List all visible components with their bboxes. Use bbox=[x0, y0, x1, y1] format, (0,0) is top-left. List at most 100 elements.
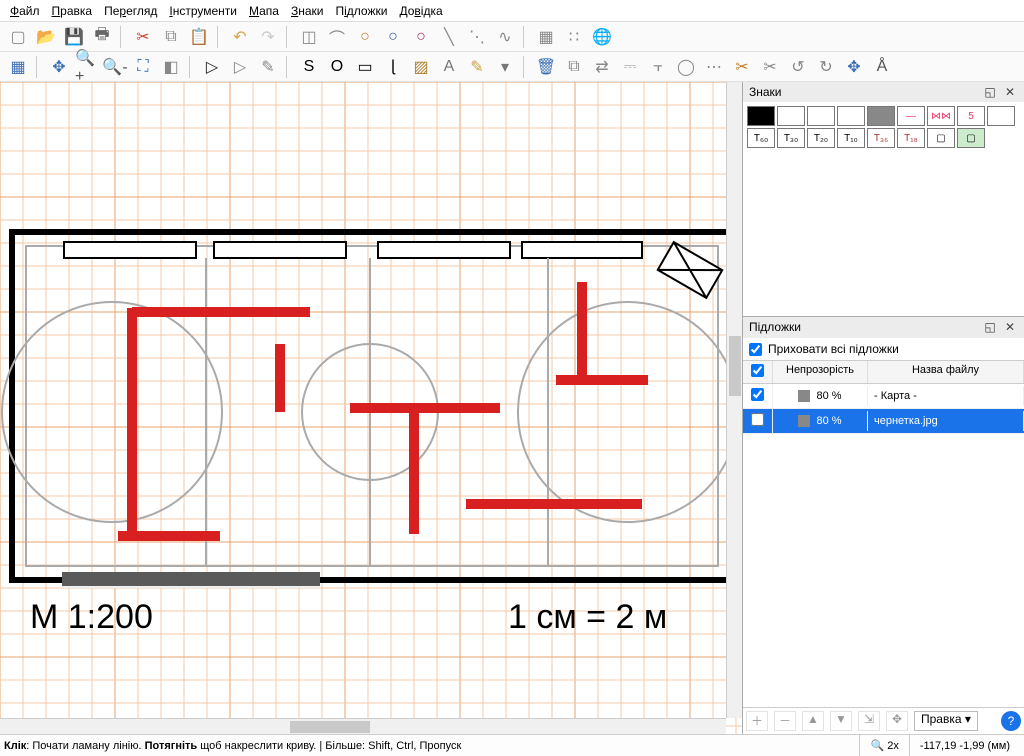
sym-white3[interactable] bbox=[837, 106, 865, 126]
swap-icon[interactable]: ⇄ bbox=[589, 54, 615, 80]
symbols-panel-header[interactable]: Знаки ◱ ✕ bbox=[743, 82, 1024, 102]
menu-item[interactable]: Перегляд bbox=[98, 2, 163, 20]
sym-black[interactable] bbox=[747, 106, 775, 126]
save-icon[interactable]: 💾 bbox=[61, 24, 87, 50]
line-tool-icon[interactable]: ╲ bbox=[436, 24, 462, 50]
sym-white2[interactable] bbox=[807, 106, 835, 126]
zoom-in-icon[interactable]: 🔍+ bbox=[74, 54, 100, 80]
row-checkbox[interactable] bbox=[751, 388, 764, 401]
scrollbar-horizontal[interactable] bbox=[0, 718, 726, 734]
help-icon[interactable]: ? bbox=[1001, 711, 1021, 731]
panel-close-icon[interactable]: ✕ bbox=[1002, 319, 1018, 335]
col-opacity-header[interactable]: Непрозорість bbox=[773, 361, 868, 383]
node-edit-icon[interactable]: ▷ bbox=[227, 54, 253, 80]
remove-template-icon[interactable]: － bbox=[774, 711, 796, 731]
grid-toggle-icon[interactable]: ▦ bbox=[5, 54, 31, 80]
pencil-icon[interactable]: ✎ bbox=[464, 54, 490, 80]
rotate-cw-icon[interactable]: ↻ bbox=[813, 54, 839, 80]
move-down-icon[interactable]: ▼ bbox=[830, 711, 852, 731]
move-up-icon[interactable]: ▲ bbox=[802, 711, 824, 731]
menu-item[interactable]: Знаки bbox=[285, 2, 330, 20]
move-icon[interactable]: ✥ bbox=[46, 54, 72, 80]
sym-t60[interactable]: T₆₀ bbox=[747, 128, 775, 148]
edit-template-button[interactable]: Правка ▾ bbox=[914, 711, 978, 731]
circle3-icon[interactable]: ○ bbox=[408, 24, 434, 50]
sym-box2[interactable]: ▢ bbox=[957, 128, 985, 148]
curve-tool-icon[interactable]: ∿ bbox=[492, 24, 518, 50]
row-checkbox[interactable] bbox=[751, 413, 764, 426]
print-icon[interactable]: 🖶 bbox=[89, 24, 115, 50]
cut2-icon[interactable]: ✂ bbox=[729, 54, 755, 80]
grid-snap-icon[interactable]: ▦ bbox=[533, 24, 559, 50]
col-filename-header[interactable]: Назва файлу bbox=[868, 361, 1024, 383]
cut-icon[interactable]: ✂ bbox=[130, 24, 156, 50]
table-row[interactable]: 80 %- Карта - bbox=[743, 384, 1024, 409]
menu-item[interactable]: Мапа bbox=[243, 2, 285, 20]
sym-white1[interactable] bbox=[777, 106, 805, 126]
sym-t10[interactable]: T₁₀ bbox=[837, 128, 865, 148]
new-file-icon[interactable]: ▢ bbox=[5, 24, 31, 50]
panel-close-icon[interactable]: ✕ bbox=[1002, 84, 1018, 100]
panel-undock-icon[interactable]: ◱ bbox=[982, 84, 998, 100]
trash-icon[interactable]: 🗑 bbox=[533, 54, 559, 80]
paste-icon[interactable]: 📋 bbox=[186, 24, 212, 50]
center-icon[interactable]: ✥ bbox=[841, 54, 867, 80]
pointer-icon[interactable]: ▷ bbox=[199, 54, 225, 80]
menu-item[interactable]: Підложки bbox=[330, 2, 394, 20]
select-icon[interactable]: ◫ bbox=[296, 24, 322, 50]
sym-box1[interactable]: ▢ bbox=[927, 128, 955, 148]
sym-grey[interactable] bbox=[867, 106, 895, 126]
dropdown-icon[interactable]: ▾ bbox=[492, 54, 518, 80]
link-icon[interactable]: ⇲ bbox=[858, 711, 880, 731]
compass-icon[interactable]: Å bbox=[869, 54, 895, 80]
copy-icon[interactable]: ⧉ bbox=[158, 24, 184, 50]
ellipse-icon[interactable]: O bbox=[324, 54, 350, 80]
align-icon[interactable]: ⎓ bbox=[617, 54, 643, 80]
circle1-icon[interactable]: ○ bbox=[352, 24, 378, 50]
rotate-ccw-icon[interactable]: ↺ bbox=[785, 54, 811, 80]
open-file-icon[interactable]: 📂 bbox=[33, 24, 59, 50]
fill-icon[interactable]: ▨ bbox=[408, 54, 434, 80]
fit-icon[interactable]: ⛶ bbox=[130, 54, 156, 80]
zoom-out-icon[interactable]: 🔍- bbox=[102, 54, 128, 80]
table-row[interactable]: 80 %чернетка.jpg bbox=[743, 409, 1024, 434]
redo-icon[interactable]: ↷ bbox=[255, 24, 281, 50]
rect-icon[interactable]: ▭ bbox=[352, 54, 378, 80]
sym-t18[interactable]: T₁₈ bbox=[897, 128, 925, 148]
dots2-icon[interactable]: ⋯ bbox=[701, 54, 727, 80]
sym-chain[interactable]: ⋈⋈ bbox=[927, 106, 955, 126]
drawing-canvas[interactable]: М 1:200 1 см = 2 м bbox=[0, 82, 742, 734]
templates-panel-header[interactable]: Підложки ◱ ✕ bbox=[743, 317, 1024, 337]
panel-undock-icon[interactable]: ◱ bbox=[982, 319, 998, 335]
menu-item[interactable]: Правка bbox=[46, 2, 99, 20]
align-template-icon[interactable]: ✥ bbox=[886, 711, 908, 731]
text-icon[interactable]: A bbox=[436, 54, 462, 80]
add-template-icon[interactable]: ＋ bbox=[746, 711, 768, 731]
globe-icon[interactable]: 🌐 bbox=[589, 24, 615, 50]
hide-all-label[interactable]: Приховати всі підложки bbox=[768, 342, 899, 356]
sym-t30[interactable]: T₃₀ bbox=[777, 128, 805, 148]
circle2-icon[interactable]: ○ bbox=[380, 24, 406, 50]
lasso-icon[interactable]: ⌒ bbox=[324, 24, 350, 50]
dot-line-icon[interactable]: ⋱ bbox=[464, 24, 490, 50]
sym-blank[interactable] bbox=[987, 106, 1015, 126]
sym-pink-line[interactable]: — bbox=[897, 106, 925, 126]
undo-icon[interactable]: ↶ bbox=[227, 24, 253, 50]
cut3-icon[interactable]: ✂ bbox=[757, 54, 783, 80]
s-curve-icon[interactable]: S bbox=[296, 54, 322, 80]
sym-t20[interactable]: T₂₀ bbox=[807, 128, 835, 148]
scrollbar-vertical[interactable] bbox=[726, 82, 742, 718]
dots-icon[interactable]: ∷ bbox=[561, 24, 587, 50]
layers-icon[interactable]: ◧ bbox=[158, 54, 184, 80]
pen-icon[interactable]: ✎ bbox=[255, 54, 281, 80]
menu-item[interactable]: Довідка bbox=[393, 2, 448, 20]
hide-all-checkbox[interactable] bbox=[749, 343, 762, 356]
zoom-indicator[interactable]: 🔍 2x bbox=[859, 735, 908, 756]
menu-item[interactable]: Файл bbox=[4, 2, 46, 20]
join-icon[interactable]: ⫟ bbox=[645, 54, 671, 80]
sym-five[interactable]: 5 bbox=[957, 106, 985, 126]
header-checkbox[interactable] bbox=[751, 364, 764, 377]
sym-t36[interactable]: T₃₆ bbox=[867, 128, 895, 148]
duplicate-icon[interactable]: ⧉ bbox=[561, 54, 587, 80]
freehand-icon[interactable]: ɭ bbox=[380, 54, 406, 80]
